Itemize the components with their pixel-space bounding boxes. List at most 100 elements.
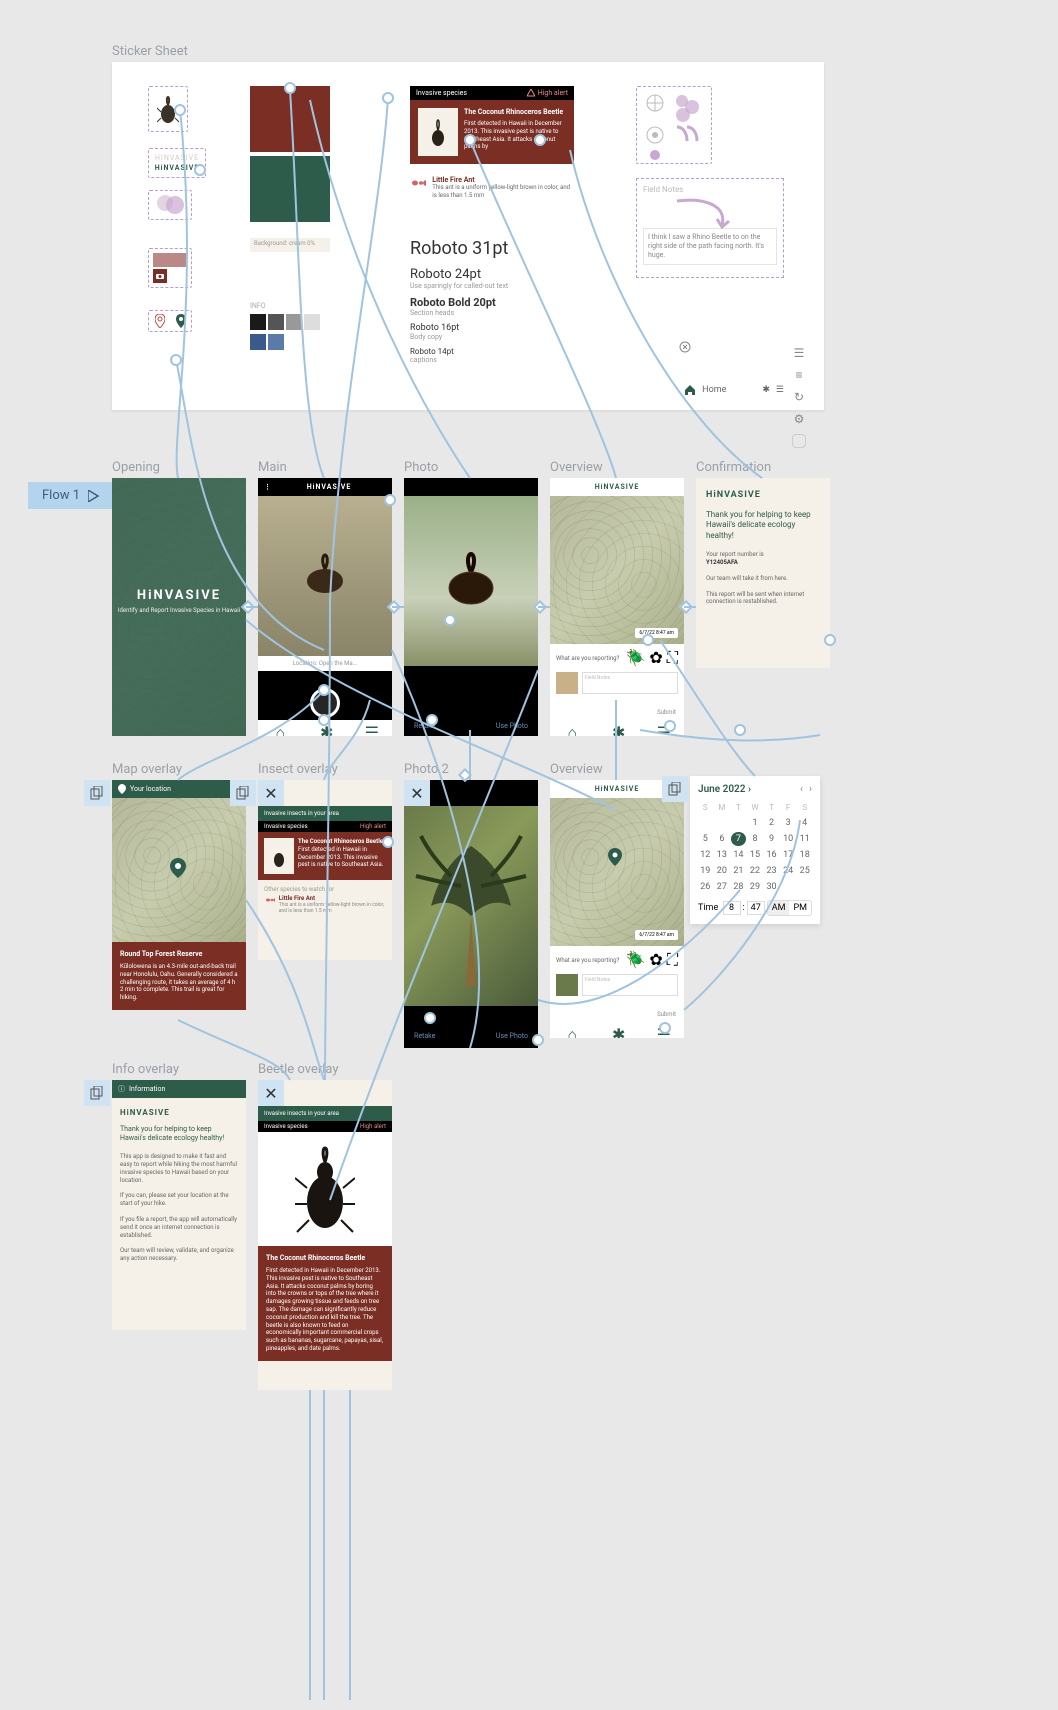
cal-day[interactable]: 25 (797, 864, 812, 878)
swatch-green[interactable] (250, 156, 330, 222)
swatch-cream[interactable]: Background: cream 0% (250, 238, 330, 252)
swatch-gray1[interactable] (268, 314, 284, 330)
home-icon-box[interactable] (792, 434, 806, 448)
sticker-sheet-frame[interactable]: HINVASIVE HiNVASIVE Background: cream 0%… (112, 62, 824, 410)
cal-day[interactable]: 9 (764, 832, 779, 846)
person-icon[interactable]: ☰ (792, 346, 806, 360)
screen-map-overlay[interactable]: Your location Round Top Forest Reserve K… (112, 780, 246, 1020)
bug-icon[interactable]: 🪲 (625, 950, 645, 970)
insect-ov-card[interactable]: The Coconut Rhinoceros Beetle First dete… (258, 832, 392, 880)
swatch-gray3[interactable] (304, 314, 320, 330)
sticker-beetle-thumb[interactable] (148, 86, 188, 132)
cal-day[interactable]: 26 (698, 880, 713, 894)
cal-day[interactable]: 22 (748, 864, 763, 878)
cal-day[interactable]: 21 (731, 864, 746, 878)
copy-button-info[interactable] (84, 1080, 110, 1106)
cal-day[interactable]: 14 (731, 848, 746, 862)
close-button-beetle[interactable]: ✕ (258, 1080, 284, 1106)
screen-photo2[interactable]: Retake Use Photo (404, 780, 538, 1048)
calendar-overlay[interactable]: June 2022 › ‹› SMTWTFS123456789101112131… (690, 776, 820, 924)
sticker-photo-box[interactable] (148, 248, 192, 288)
ov2-map[interactable]: 6/7/22 8:47 am (550, 798, 684, 946)
flow-tag[interactable]: Flow 1 (28, 482, 112, 509)
screen-overview2[interactable]: HiNVASIVE 6/7/22 8:47 am What are you re… (550, 780, 684, 1038)
cal-ampm[interactable]: AMPM (767, 900, 812, 916)
nav-icon[interactable]: ⌂ (567, 723, 577, 733)
sticker-field-notes[interactable]: Field Notes I think I saw a Rhino Beetle… (636, 178, 784, 278)
cal-day[interactable]: 23 (764, 864, 779, 878)
sticker-invasive-card[interactable]: Invasive species High alert The Coconut … (410, 86, 574, 164)
cal-day[interactable]: 3 (781, 816, 796, 830)
ov-map[interactable]: 6/7/22 8:47 am (550, 496, 684, 644)
cal-day[interactable]: 1 (748, 816, 763, 830)
screen-info-overlay[interactable]: ⓘInformation HiNVASIVE Thank you for hel… (112, 1080, 246, 1330)
cal-day[interactable]: 10 (781, 832, 796, 846)
cal-day[interactable]: 13 (715, 848, 730, 862)
ov2-timestamp[interactable]: 6/7/22 8:47 am (635, 930, 678, 940)
cal-prev[interactable]: ‹ (800, 784, 803, 795)
ov-submit[interactable]: Submit (657, 709, 676, 716)
cal-month[interactable]: June 2022 (698, 784, 745, 795)
screen-insect-overlay[interactable]: Invasive insects in your area Invasive s… (258, 780, 392, 960)
photo2-retake[interactable]: Retake (414, 1032, 435, 1040)
nav-icon[interactable]: ☰ (365, 723, 375, 733)
animal-icon[interactable]: ⛶ (667, 950, 678, 970)
cal-day[interactable]: 4 (797, 816, 812, 830)
sticker-tree-box[interactable] (148, 190, 192, 220)
photo2-use[interactable]: Use Photo (496, 1032, 528, 1040)
plant-icon[interactable]: ✿ (649, 648, 662, 668)
nav-icon[interactable]: ✱ (612, 1025, 622, 1035)
cal-day[interactable]: 12 (698, 848, 713, 862)
swatch-blue2[interactable] (268, 334, 284, 350)
cal-day[interactable]: 27 (715, 880, 730, 894)
nav-icon[interactable]: ✱ (320, 723, 330, 733)
cal-day[interactable]: 2 (764, 816, 779, 830)
nav-icon[interactable]: ✱ (612, 723, 622, 733)
main-location-bar[interactable]: Location: Open the Ma... (258, 656, 392, 671)
cal-day[interactable]: 6 (715, 832, 730, 846)
cal-day[interactable]: 29 (748, 880, 763, 894)
copy-button-insect[interactable] (230, 780, 256, 806)
plant-icon[interactable]: ✿ (649, 950, 662, 970)
nav-icon[interactable]: ⌂ (567, 1025, 577, 1035)
swatch-blue1[interactable] (250, 334, 266, 350)
sticker-pins-box[interactable] (148, 310, 192, 332)
cal-minute-input[interactable] (747, 901, 765, 915)
gear-icon[interactable]: ⚙ (792, 412, 806, 426)
screen-beetle-overlay[interactable]: Invasive insects in your area Invasive s… (258, 1080, 392, 1390)
swatch-maroon[interactable] (250, 86, 330, 152)
sticker-logo-box[interactable]: HINVASIVE HiNVASIVE (148, 148, 206, 178)
screen-confirmation[interactable]: HiNVASIVE Thank you for helping to keep … (696, 478, 830, 668)
cal-day[interactable]: 5 (698, 832, 713, 846)
screen-overview[interactable]: HiNVASIVE 6/7/22 8:47 am What are you re… (550, 478, 684, 736)
cal-day[interactable]: 8 (748, 832, 763, 846)
ov-notes-input[interactable]: Field Notes (582, 672, 678, 694)
cal-day[interactable]: 16 (764, 848, 779, 862)
cal-day[interactable]: 17 (781, 848, 796, 862)
cal-next[interactable]: › (809, 784, 812, 795)
map-ov-map[interactable] (112, 798, 246, 942)
cal-day[interactable]: 19 (698, 864, 713, 878)
cal-day[interactable]: 24 (781, 864, 796, 878)
sticker-plant-icons[interactable] (636, 86, 712, 164)
cal-day[interactable]: 18 (797, 848, 812, 862)
swatch-black[interactable] (250, 314, 266, 330)
list-icon[interactable]: ≡ (792, 368, 806, 382)
photo-use[interactable]: Use Photo (496, 722, 528, 730)
cal-am[interactable]: AM (768, 901, 790, 915)
photo-retake[interactable]: Retake (414, 722, 435, 730)
cal-hour-input[interactable] (723, 901, 741, 915)
cal-day[interactable]: 11 (797, 832, 812, 846)
sticker-fire-ant[interactable]: Little Fire Ant This ant is a uniform ye… (410, 176, 574, 200)
nav-icon[interactable]: ☰ (657, 1025, 667, 1035)
main-shutter[interactable] (258, 688, 392, 718)
animal-icon[interactable]: ⛶ (667, 648, 678, 668)
cal-day[interactable]: 7 (731, 832, 746, 846)
cal-day[interactable]: 20 (715, 864, 730, 878)
cal-day[interactable]: 30 (764, 880, 779, 894)
cal-pm[interactable]: PM (789, 901, 811, 915)
ov2-notes-input[interactable]: Field Notes (582, 974, 678, 996)
insect-ant-row[interactable]: Little Fire Ant This ant is a uniform ye… (258, 895, 392, 914)
nav-icon[interactable]: ⌂ (275, 723, 285, 733)
bug-icon[interactable]: 🪲 (625, 648, 645, 668)
